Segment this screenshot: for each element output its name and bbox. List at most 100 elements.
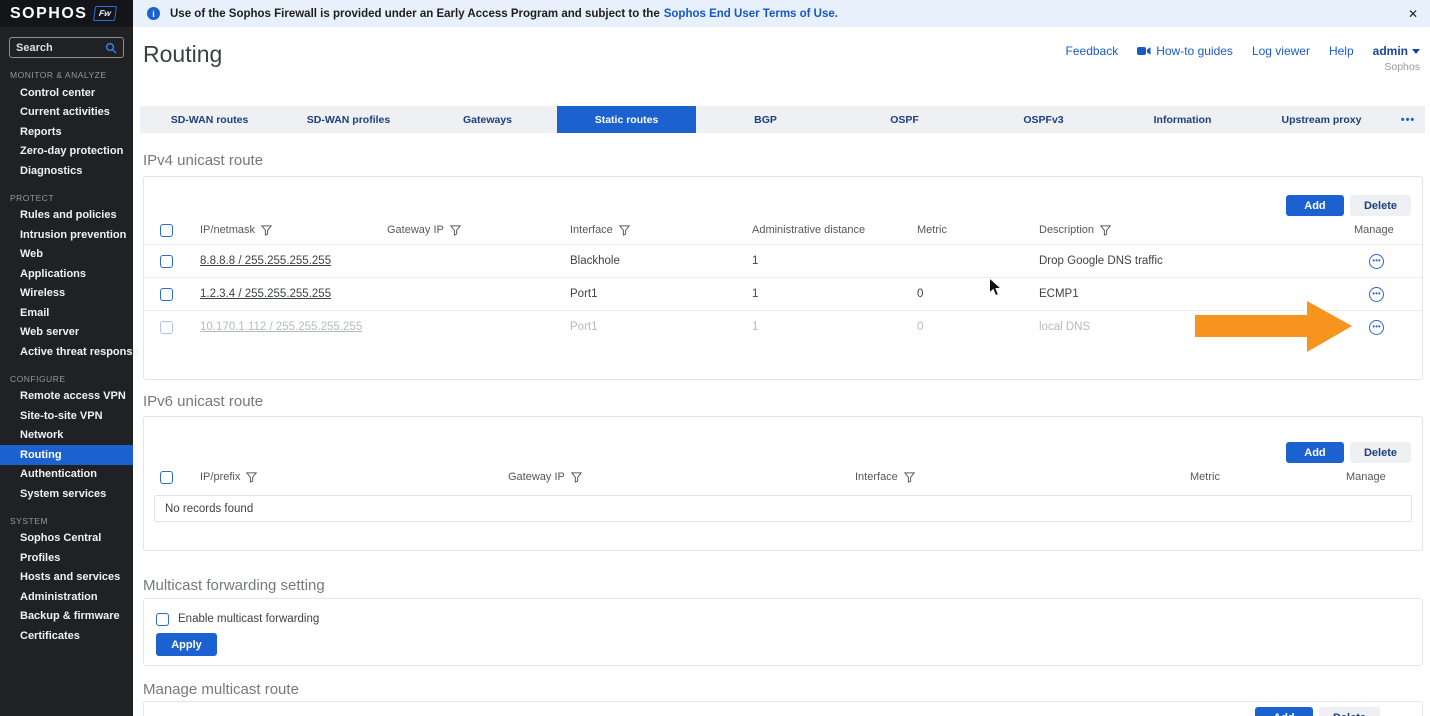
sidebar-item-web-server[interactable]: Web server	[0, 323, 133, 343]
ipv6-delete-button[interactable]: Delete	[1350, 442, 1411, 463]
ipv4-table-header: IP/netmask Gateway IP Interface Administ…	[144, 216, 1422, 244]
eap-banner: i Use of the Sophos Firewall is provided…	[133, 0, 1430, 27]
video-camera-icon	[1137, 46, 1151, 56]
filter-icon[interactable]	[246, 472, 257, 483]
close-icon[interactable]: ✕	[1408, 8, 1418, 20]
table-row: 1.2.3.4 / 255.255.255.255 Port1 1 0 ECMP…	[144, 277, 1422, 310]
filter-icon[interactable]	[1100, 225, 1111, 236]
multicast-section-heading: Multicast forwarding setting	[143, 577, 1430, 594]
ipv6-table-card: Add Delete IP/prefix Gateway IP Interfac…	[143, 416, 1423, 551]
multicast-route-add-button[interactable]: Add	[1255, 707, 1313, 716]
sidebar-item-email[interactable]: Email	[0, 303, 133, 323]
tab-bgp[interactable]: BGP	[696, 106, 835, 133]
ipv4-table-card: Add Delete IP/netmask Gateway IP Interfa…	[143, 176, 1423, 380]
manage-menu-button[interactable]: •••	[1369, 287, 1384, 302]
tab-static-routes[interactable]: Static routes	[557, 106, 696, 133]
route-ip-link[interactable]: 1.2.3.4 / 255.255.255.255	[200, 288, 331, 300]
sidebar-search[interactable]	[9, 37, 124, 58]
sidebar-item-current-activities[interactable]: Current activities	[0, 103, 133, 123]
terms-of-use-link[interactable]: Sophos End User Terms of Use.	[664, 8, 838, 20]
ipv6-add-button[interactable]: Add	[1286, 442, 1344, 463]
banner-text: Use of the Sophos Firewall is provided u…	[170, 8, 660, 20]
row-checkbox[interactable]	[160, 321, 173, 334]
sidebar-item-rules-and-policies[interactable]: Rules and policies	[0, 206, 133, 226]
multicast-checkbox-row: Enable multicast forwarding	[156, 612, 1422, 626]
feedback-link[interactable]: Feedback	[1066, 44, 1119, 58]
tab-gateways[interactable]: Gateways	[418, 106, 557, 133]
row-checkbox[interactable]	[160, 288, 173, 301]
tab-ospf[interactable]: OSPF	[835, 106, 974, 133]
sidebar-item-hosts-and-services[interactable]: Hosts and services	[0, 568, 133, 588]
tabs-overflow-icon[interactable]: •••	[1391, 106, 1425, 133]
sidebar-item-diagnostics[interactable]: Diagnostics	[0, 161, 133, 181]
help-link[interactable]: Help	[1329, 44, 1354, 58]
sidebar-item-zero-day-protection[interactable]: Zero-day protection	[0, 142, 133, 162]
sidebar-item-control-center[interactable]: Control center	[0, 83, 133, 103]
table-row: 8.8.8.8 / 255.255.255.255 Blackhole 1 Dr…	[144, 244, 1422, 277]
route-ip-link[interactable]: 8.8.8.8 / 255.255.255.255	[200, 255, 331, 267]
ipv4-select-all-checkbox[interactable]	[160, 224, 173, 237]
log-viewer-link[interactable]: Log viewer	[1252, 44, 1310, 58]
ipv6-actions: Add Delete	[144, 442, 1422, 463]
manage-menu-button[interactable]: •••	[1369, 254, 1384, 269]
sophos-logo: SOPHOS	[10, 5, 87, 23]
filter-icon[interactable]	[261, 225, 272, 236]
sidebar-item-certificates[interactable]: Certificates	[0, 626, 133, 646]
sidebar-item-network[interactable]: Network	[0, 426, 133, 446]
ipv4-add-button[interactable]: Add	[1286, 195, 1344, 216]
manage-menu-button[interactable]: •••	[1369, 320, 1384, 335]
routing-tabs: SD-WAN routes SD-WAN profiles Gateways S…	[140, 106, 1425, 133]
logo-bar: SOPHOS Fw	[0, 0, 133, 27]
route-ip-link[interactable]: 10.170.1.112 / 255.255.255.255	[200, 321, 362, 333]
row-checkbox[interactable]	[160, 255, 173, 268]
ipv4-actions: Add Delete	[144, 177, 1422, 216]
sidebar-item-site-to-site-vpn[interactable]: Site-to-site VPN	[0, 406, 133, 426]
tab-sdwan-routes[interactable]: SD-WAN routes	[140, 106, 279, 133]
sidebar-item-system-services[interactable]: System services	[0, 484, 133, 504]
multicast-route-actions: Add Delete	[144, 702, 1422, 716]
sidebar-item-wireless[interactable]: Wireless	[0, 284, 133, 304]
header-links: Feedback How-to guides Log viewer Help a…	[1066, 44, 1420, 58]
ipv6-table-header: IP/prefix Gateway IP Interface Metric Ma…	[144, 463, 1422, 491]
sidebar-item-reports[interactable]: Reports	[0, 122, 133, 142]
tab-upstream-proxy[interactable]: Upstream proxy	[1252, 106, 1391, 133]
search-input[interactable]	[16, 42, 105, 54]
org-label: Sophos	[1384, 61, 1420, 73]
sidebar-item-sophos-central[interactable]: Sophos Central	[0, 529, 133, 549]
filter-icon[interactable]	[571, 472, 582, 483]
admin-menu[interactable]: admin	[1373, 44, 1420, 58]
sidebar-item-administration[interactable]: Administration	[0, 587, 133, 607]
sidebar-item-intrusion-prevention[interactable]: Intrusion prevention	[0, 225, 133, 245]
sidebar-item-applications[interactable]: Applications	[0, 264, 133, 284]
sidebar-item-remote-access-vpn[interactable]: Remote access VPN	[0, 387, 133, 407]
sidebar-item-backup-firmware[interactable]: Backup & firmware	[0, 607, 133, 627]
filter-icon[interactable]	[450, 225, 461, 236]
sidebar-item-active-threat-response[interactable]: Active threat response	[0, 342, 133, 362]
apply-button[interactable]: Apply	[156, 633, 217, 656]
info-icon: i	[147, 7, 160, 20]
sidebar-item-profiles[interactable]: Profiles	[0, 548, 133, 568]
multicast-route-delete-button[interactable]: Delete	[1319, 707, 1380, 716]
how-to-guides-link[interactable]: How-to guides	[1137, 44, 1233, 58]
sidebar-item-web[interactable]: Web	[0, 245, 133, 265]
filter-icon[interactable]	[619, 225, 630, 236]
search-icon[interactable]	[105, 42, 117, 54]
firewall-badge-icon: Fw	[93, 6, 117, 21]
sidebar-item-authentication[interactable]: Authentication	[0, 465, 133, 485]
tab-sdwan-profiles[interactable]: SD-WAN profiles	[279, 106, 418, 133]
multicast-route-section-heading: Manage multicast route	[143, 681, 1430, 698]
ipv6-section-heading: IPv6 unicast route	[143, 393, 1430, 410]
sidebar-item-routing[interactable]: Routing	[0, 445, 133, 465]
no-records-message: No records found	[154, 495, 1412, 522]
ipv4-delete-button[interactable]: Delete	[1350, 195, 1411, 216]
ipv6-select-all-checkbox[interactable]	[160, 471, 173, 484]
page-header: Routing Feedback How-to guides Log viewe…	[133, 27, 1430, 106]
filter-icon[interactable]	[904, 472, 915, 483]
tab-ospfv3[interactable]: OSPFv3	[974, 106, 1113, 133]
enable-multicast-checkbox[interactable]	[156, 613, 169, 626]
main-content: i Use of the Sophos Firewall is provided…	[133, 0, 1430, 716]
nav-section-monitor: MONITOR & ANALYZE	[0, 58, 133, 83]
table-row-disabled: 10.170.1.112 / 255.255.255.255 Port1 1 0…	[144, 310, 1422, 343]
tab-information[interactable]: Information	[1113, 106, 1252, 133]
nav-section-system: SYSTEM	[0, 504, 133, 529]
